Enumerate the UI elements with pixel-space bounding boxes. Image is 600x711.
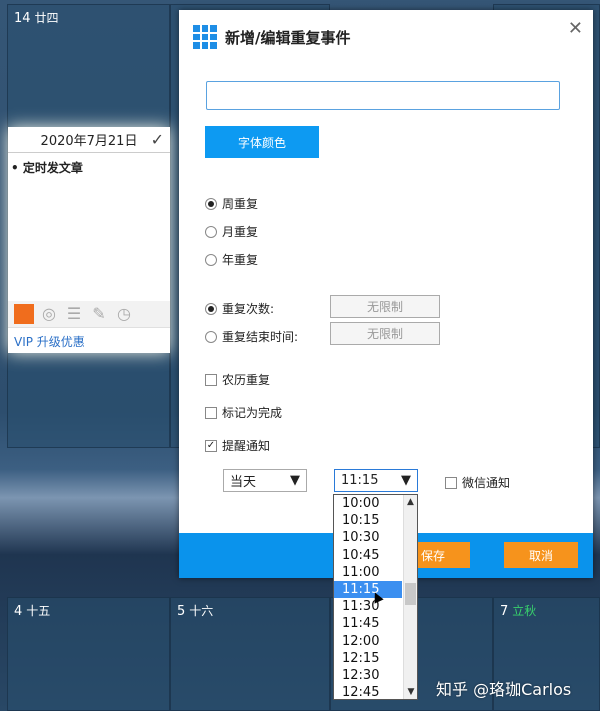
radio-weekly[interactable]: 周重复 [205,195,258,212]
note-content[interactable]: • 定时发文章 [8,153,170,301]
list-icon[interactable]: ☰ [64,304,84,324]
vip-upgrade-link[interactable]: VIP 升级优惠 [8,327,170,355]
radio-icon[interactable] [205,302,217,315]
color-swatch[interactable] [14,304,34,324]
mark-done-checkbox[interactable]: 标记为完成 [205,404,282,421]
note-header: 2020年7月21日 ✓ [8,127,170,153]
calendar-cell-day5[interactable]: 5 十六 [170,597,330,711]
watermark: 知乎 @珞珈Carlos [436,680,572,699]
time-option[interactable]: 12:00 [334,633,402,650]
dialog-title: 新增/编辑重复事件 [193,25,350,49]
wechat-notify-checkbox[interactable]: 微信通知 [445,474,510,491]
app-grid-icon [193,25,217,49]
check-icon[interactable]: ✓ [151,130,164,149]
time-option[interactable]: 11:00 [334,564,402,581]
time-option[interactable]: 11:45 [334,615,402,632]
repeat-end-field[interactable]: 无限制 [330,322,440,345]
time-option[interactable]: 12:30 [334,667,402,684]
repeat-count-field[interactable]: 无限制 [330,295,440,318]
radio-monthly[interactable]: 月重复 [205,223,258,240]
radio-icon[interactable] [205,225,217,238]
radio-icon[interactable] [205,253,217,266]
cancel-button[interactable]: 取消 [504,542,578,568]
note-date: 2020年7月21日 [40,134,138,149]
check-circle-icon[interactable]: ◎ [39,304,59,324]
time-option[interactable]: 10:30 [334,529,402,546]
remind-checkbox[interactable]: ✓ 提醒通知 [205,437,270,454]
day-label: 14 廿四 [14,11,59,26]
remind-day-select[interactable]: 当天 ▼ [223,469,307,492]
dialog-title-text: 新增/编辑重复事件 [225,28,351,47]
radio-yearly[interactable]: 年重复 [205,251,258,268]
scroll-up-icon[interactable]: ▲ [404,495,417,509]
clock-icon[interactable]: ◷ [114,304,134,324]
time-option[interactable]: 12:15 [334,650,402,667]
checkbox-checked-icon[interactable]: ✓ [205,439,217,452]
time-option[interactable]: 10:45 [334,547,402,564]
edit-icon[interactable]: ✎ [89,304,109,324]
radio-repeat-end[interactable]: 重复结束时间: [205,328,298,345]
calendar-cell-day4[interactable]: 4 十五 [7,597,170,711]
time-option[interactable]: 10:00 [334,495,402,512]
close-icon[interactable]: ✕ [568,18,583,39]
day-label: 7 立秋 [500,604,537,619]
time-option[interactable]: 12:45 [334,684,402,699]
day-label: 5 十六 [177,604,214,619]
scroll-down-icon[interactable]: ▼ [404,685,417,699]
dropdown-arrow-icon: ▼ [290,473,300,488]
time-option[interactable]: 11:30 [334,598,402,615]
note-toolbar: ◎ ☰ ✎ ◷ [8,301,170,327]
checkbox-icon[interactable] [205,373,217,386]
radio-repeat-count[interactable]: 重复次数: [205,300,274,317]
time-option[interactable]: 10:15 [334,512,402,529]
dropdown-arrow-icon: ▼ [401,473,411,488]
scroll-thumb[interactable] [405,583,416,605]
checkbox-icon[interactable] [205,406,217,419]
time-option-selected[interactable]: 11:15 [334,580,402,599]
font-color-button[interactable]: 字体颜色 [205,126,319,158]
repeat-event-dialog: 新增/编辑重复事件 ✕ 字体颜色 周重复 月重复 年重复 重复次数: 无限制 重… [179,10,593,578]
day-label: 4 十五 [14,604,51,619]
radio-icon[interactable] [205,197,217,210]
lunar-repeat-checkbox[interactable]: 农历重复 [205,371,270,388]
note-popup: 2020年7月21日 ✓ • 定时发文章 ◎ ☰ ✎ ◷ VIP 升级优惠 [8,127,170,353]
radio-icon[interactable] [205,330,217,343]
remind-time-select[interactable]: 11:15 ▼ [334,469,418,492]
checkbox-icon[interactable] [445,476,457,489]
event-title-input[interactable] [206,81,560,110]
dropdown-scrollbar[interactable]: ▲ ▼ [403,495,417,699]
